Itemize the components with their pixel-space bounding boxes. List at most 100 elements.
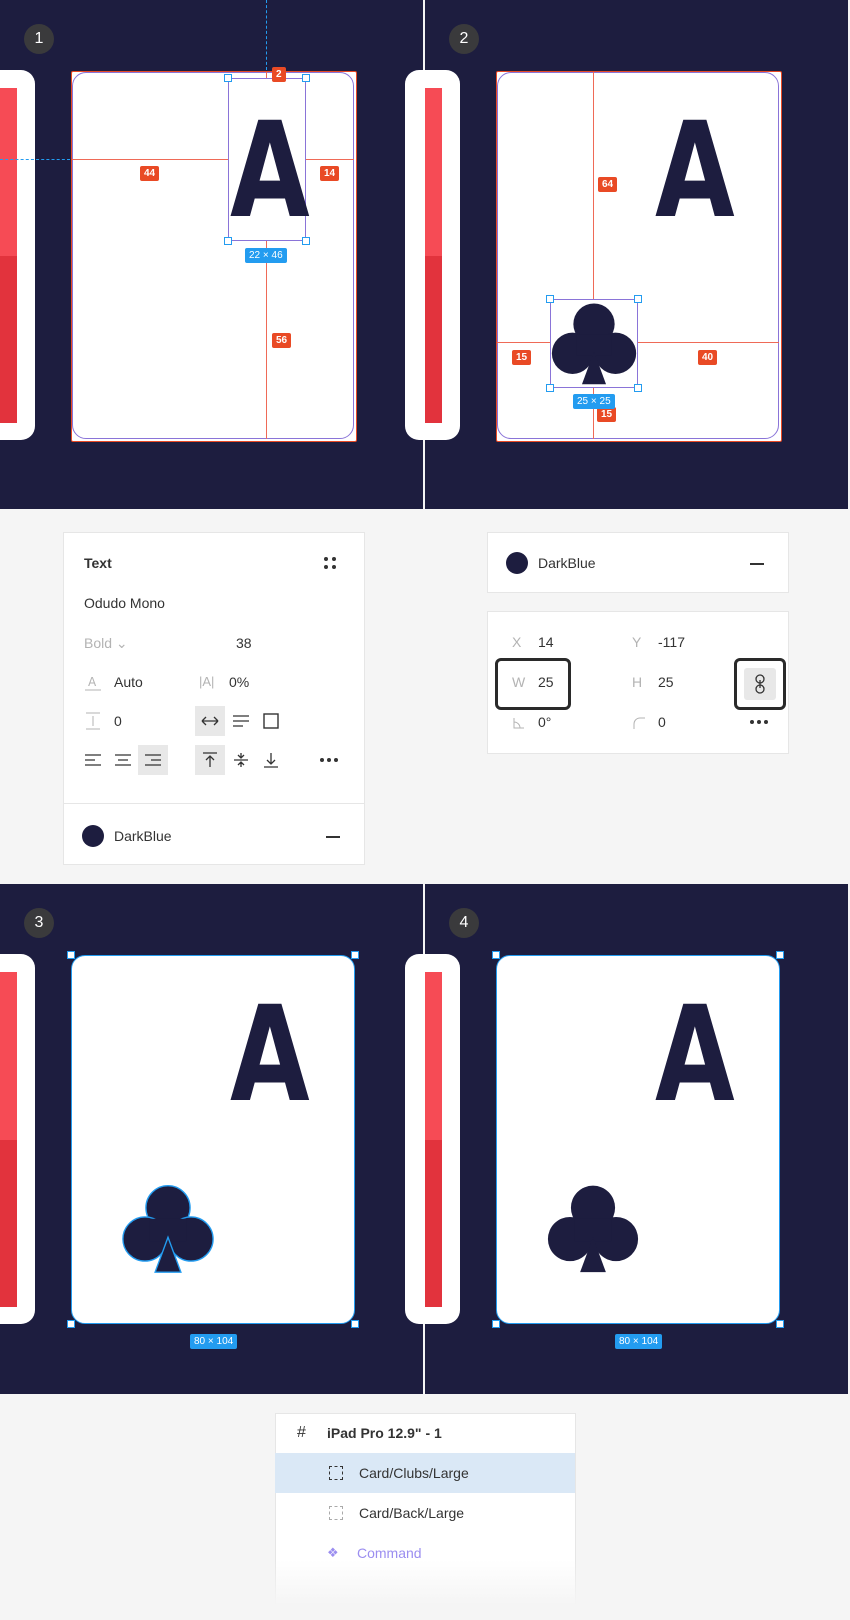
- h-label: H: [632, 674, 643, 690]
- rotation-input[interactable]: 0°: [538, 714, 551, 730]
- resize-handle[interactable]: [546, 295, 554, 303]
- measure-line: [638, 342, 779, 343]
- width-highlight: [495, 658, 571, 710]
- resize-handle[interactable]: [492, 951, 500, 959]
- measure-line: [72, 159, 228, 160]
- card-clubs-large[interactable]: [72, 72, 354, 439]
- measure-tag-top: 64: [598, 177, 618, 192]
- size-tag: 80 × 104: [190, 1334, 238, 1349]
- resize-handle[interactable]: [492, 1320, 500, 1328]
- resize-handle[interactable]: [546, 384, 554, 392]
- corner-radius-input[interactable]: 0: [658, 714, 666, 730]
- more-options-icon[interactable]: [744, 712, 774, 732]
- fill-color-name: DarkBlue: [538, 555, 596, 571]
- width-input[interactable]: 25: [538, 674, 554, 690]
- line-height-icon: A: [85, 675, 101, 691]
- align-middle-icon[interactable]: [226, 745, 256, 775]
- text-properties-panel: Text Odudo Mono Bold ⌄ 38 A Auto |A| 0% …: [63, 532, 365, 865]
- rotation-icon: [513, 718, 524, 729]
- club-suit-icon: [547, 1185, 639, 1273]
- w-label: W: [512, 674, 526, 690]
- resize-handle[interactable]: [224, 237, 232, 245]
- measure-tag-bottom: 15: [597, 407, 617, 422]
- resize-handle[interactable]: [776, 1320, 784, 1328]
- x-label: X: [512, 634, 522, 650]
- fixed-size-icon[interactable]: [256, 706, 286, 736]
- guide-line: [266, 0, 267, 70]
- resize-handle[interactable]: [776, 951, 784, 959]
- letter-spacing-input[interactable]: 0%: [229, 674, 249, 690]
- layer-item-label: Card/Back/Large: [359, 1505, 465, 1521]
- align-top-icon[interactable]: [195, 745, 225, 775]
- font-weight-select[interactable]: Bold ⌄: [84, 635, 128, 652]
- styles-grid-icon[interactable]: [320, 553, 340, 573]
- resize-handle[interactable]: [351, 951, 359, 959]
- step-badge-4: 4: [449, 908, 479, 938]
- y-input[interactable]: -117: [658, 634, 685, 650]
- step-badge-3: 3: [24, 908, 54, 938]
- chevron-down-icon: ⌄: [115, 635, 128, 651]
- guide-line: [0, 159, 70, 160]
- x-input[interactable]: 14: [538, 634, 554, 650]
- size-tag: 22 × 46: [245, 248, 287, 263]
- font-family-select[interactable]: Odudo Mono: [84, 595, 165, 611]
- align-bottom-icon[interactable]: [256, 745, 286, 775]
- remove-fill-icon[interactable]: [750, 563, 764, 565]
- card-back-pattern: [0, 1140, 17, 1307]
- auto-height-icon[interactable]: [226, 706, 256, 736]
- more-options-icon[interactable]: [314, 745, 344, 775]
- constrain-proportions-icon[interactable]: [744, 668, 776, 700]
- divider: [64, 803, 364, 804]
- resize-handle[interactable]: [351, 1320, 359, 1328]
- layer-frame-row[interactable]: # iPad Pro 12.9" - 1: [275, 1413, 575, 1453]
- card-back-pattern: [425, 256, 442, 423]
- resize-handle[interactable]: [67, 1320, 75, 1328]
- card-rank-letter: A: [655, 94, 735, 248]
- resize-handle[interactable]: [67, 951, 75, 959]
- remove-fill-icon[interactable]: [326, 836, 340, 838]
- size-tag: 25 × 25: [573, 394, 615, 409]
- component-instance-icon: [329, 1466, 343, 1480]
- resize-handle[interactable]: [634, 295, 642, 303]
- card-back-pattern: [425, 88, 442, 256]
- fade-overlay: [275, 1560, 576, 1620]
- step-badge-2: 2: [449, 24, 479, 54]
- fill-color-swatch[interactable]: [506, 552, 528, 574]
- align-center-icon[interactable]: [108, 745, 138, 775]
- canvas-panel-1: 1 A 2 44 14 56 22 × 46: [0, 0, 423, 509]
- canvas-panel-4: 4 A 80 × 104: [405, 884, 848, 1394]
- resize-handle[interactable]: [634, 384, 642, 392]
- layer-item-clubs[interactable]: Card/Clubs/Large: [275, 1453, 575, 1493]
- frame-hash-icon: #: [297, 1424, 306, 1441]
- layer-item-label: Card/Clubs/Large: [359, 1465, 469, 1481]
- fill-color-swatch[interactable]: [82, 825, 104, 847]
- component-icon: ❖: [327, 1545, 339, 1560]
- measure-tag-top: 2: [272, 67, 286, 82]
- svg-text:A: A: [88, 675, 97, 689]
- canvas-panel-3: 3 A 80 × 104: [0, 884, 423, 1394]
- card-back-pattern: [425, 972, 442, 1140]
- club-suit-icon: [122, 1184, 214, 1273]
- align-left-icon[interactable]: [78, 745, 108, 775]
- measure-line: [497, 342, 550, 343]
- size-tag: 80 × 104: [615, 1334, 663, 1349]
- club-suit-icon: [551, 303, 637, 385]
- paragraph-spacing-input[interactable]: 0: [114, 713, 122, 729]
- card-back-pattern: [0, 88, 17, 256]
- auto-width-icon[interactable]: [195, 706, 225, 736]
- paragraph-spacing-icon: [86, 712, 100, 730]
- measure-line: [305, 159, 354, 160]
- resize-handle[interactable]: [302, 74, 310, 82]
- fill-color-name: DarkBlue: [114, 828, 172, 844]
- transform-panel: X 14 Y -117 W 25 H 25 0° 0: [487, 611, 789, 754]
- resize-handle[interactable]: [224, 74, 232, 82]
- component-instance-icon: [329, 1506, 343, 1520]
- font-size-input[interactable]: 38: [236, 635, 252, 651]
- height-input[interactable]: 25: [658, 674, 674, 690]
- resize-handle[interactable]: [302, 237, 310, 245]
- line-height-input[interactable]: Auto: [114, 674, 143, 690]
- canvas-panel-2: 2 A 64 15 40 15 25 × 25: [405, 0, 848, 509]
- measure-tag-left: 44: [140, 166, 160, 181]
- align-right-icon[interactable]: [138, 745, 168, 775]
- layer-item-back[interactable]: Card/Back/Large: [275, 1493, 575, 1533]
